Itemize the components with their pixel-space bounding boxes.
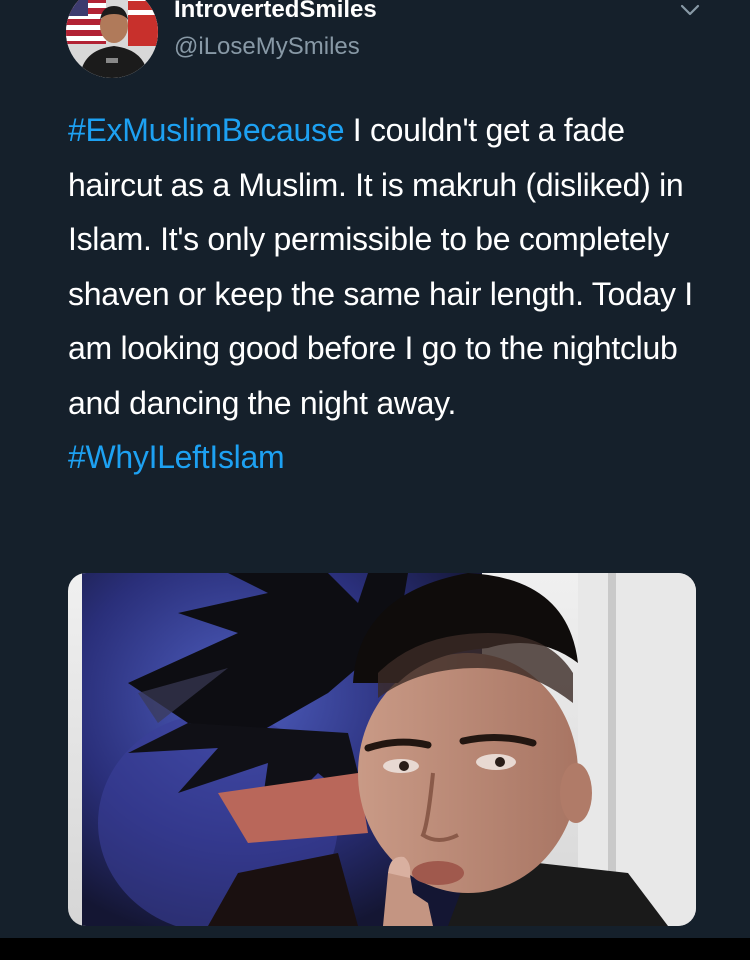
tweet-photo[interactable] (68, 573, 696, 926)
hashtag-whyileftislam[interactable]: #WhyILeftIslam (68, 439, 285, 475)
tweet[interactable]: IntrovertedSmiles @iLoseMySmiles #ExMusl… (0, 0, 750, 938)
bottom-bar (0, 938, 750, 960)
hashtag-exmuslimbecause[interactable]: #ExMuslimBecause (68, 112, 345, 148)
tweet-body: I couldn't get a fade haircut as a Musli… (68, 112, 693, 421)
chevron-down-icon[interactable] (676, 0, 704, 22)
display-name[interactable]: IntrovertedSmiles (174, 0, 377, 24)
avatar[interactable] (66, 0, 158, 78)
tweet-text: #ExMuslimBecause I couldn't get a fade h… (68, 103, 708, 485)
user-handle[interactable]: @iLoseMySmiles (174, 33, 360, 61)
